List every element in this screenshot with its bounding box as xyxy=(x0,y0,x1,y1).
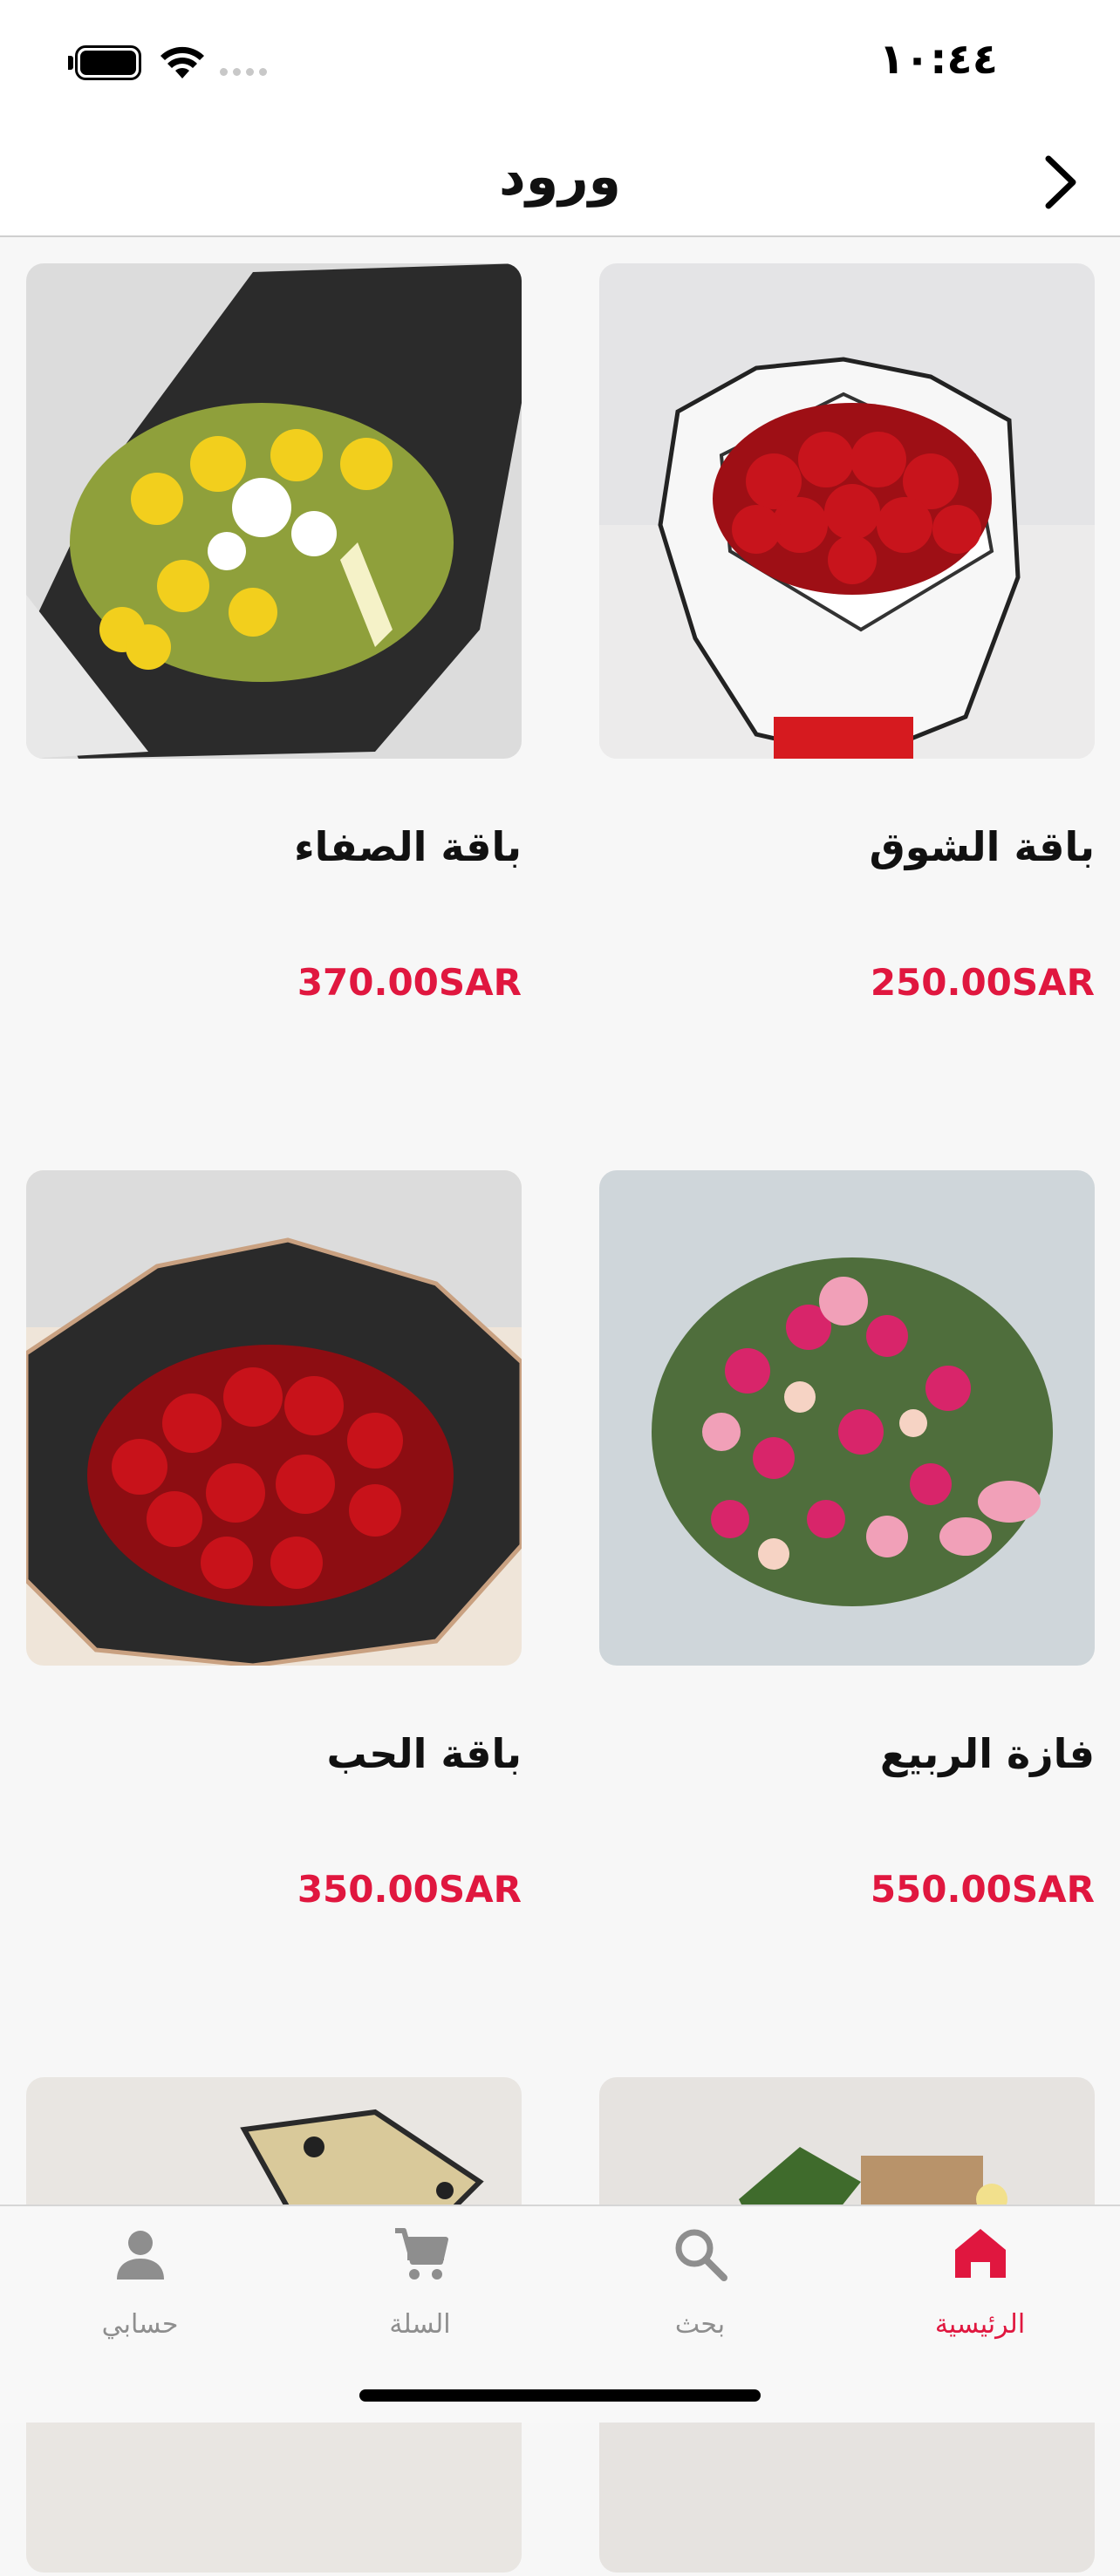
tab-label: بحث xyxy=(674,2309,726,2340)
product-name[interactable]: باقة الحب xyxy=(327,1730,522,1777)
status-time: ١٠:٤٤ xyxy=(878,35,998,84)
cart-icon xyxy=(394,2228,448,2280)
battery-icon xyxy=(75,45,141,80)
wifi-icon xyxy=(160,46,204,78)
nav-bar: ورود xyxy=(0,122,1120,237)
product-name[interactable]: باقة الشوق xyxy=(870,823,1095,870)
home-icon xyxy=(954,2229,1006,2278)
tab-label: الرئيسية xyxy=(934,2309,1026,2340)
tab-bar: الرئيسية بحث السلة حسابي xyxy=(0,2205,1120,2423)
page-title: ورود xyxy=(499,147,621,208)
product-price: 250.00SAR xyxy=(870,961,1095,1004)
home-indicator xyxy=(359,2389,761,2402)
product-price: 370.00SAR xyxy=(297,961,522,1004)
status-bar: ١٠:٤٤ xyxy=(0,0,1120,122)
product-image[interactable] xyxy=(26,263,522,759)
product-card[interactable]: باقة الحب 350.00SAR xyxy=(24,1170,524,1911)
tab-account[interactable]: حسابي xyxy=(0,2206,280,2355)
product-card[interactable]: باقة الصفاء 370.00SAR xyxy=(26,263,522,1004)
tab-search[interactable]: بحث xyxy=(560,2206,840,2355)
product-name[interactable]: باقة الصفاء xyxy=(294,823,522,870)
cellular-signal-icon xyxy=(220,68,267,76)
person-icon xyxy=(116,2231,164,2280)
battery-tip xyxy=(68,56,73,70)
product-card[interactable]: باقة الشوق 250.00SAR xyxy=(599,263,1095,1004)
product-card[interactable]: فازة الربيع 550.00SAR xyxy=(599,1170,1095,1911)
product-image[interactable] xyxy=(599,263,1095,761)
back-chevron-icon[interactable] xyxy=(1036,152,1085,213)
tab-cart[interactable]: السلة xyxy=(280,2206,560,2355)
product-image[interactable] xyxy=(24,1170,524,1668)
product-price: 350.00SAR xyxy=(297,1868,522,1911)
tab-label: حسابي xyxy=(101,2309,179,2340)
search-icon xyxy=(675,2229,727,2281)
product-price: 550.00SAR xyxy=(870,1868,1095,1911)
product-name[interactable]: فازة الربيع xyxy=(880,1730,1095,1777)
product-image[interactable] xyxy=(599,1170,1095,1666)
tab-label: السلة xyxy=(389,2309,451,2340)
tab-home[interactable]: الرئيسية xyxy=(840,2206,1120,2355)
